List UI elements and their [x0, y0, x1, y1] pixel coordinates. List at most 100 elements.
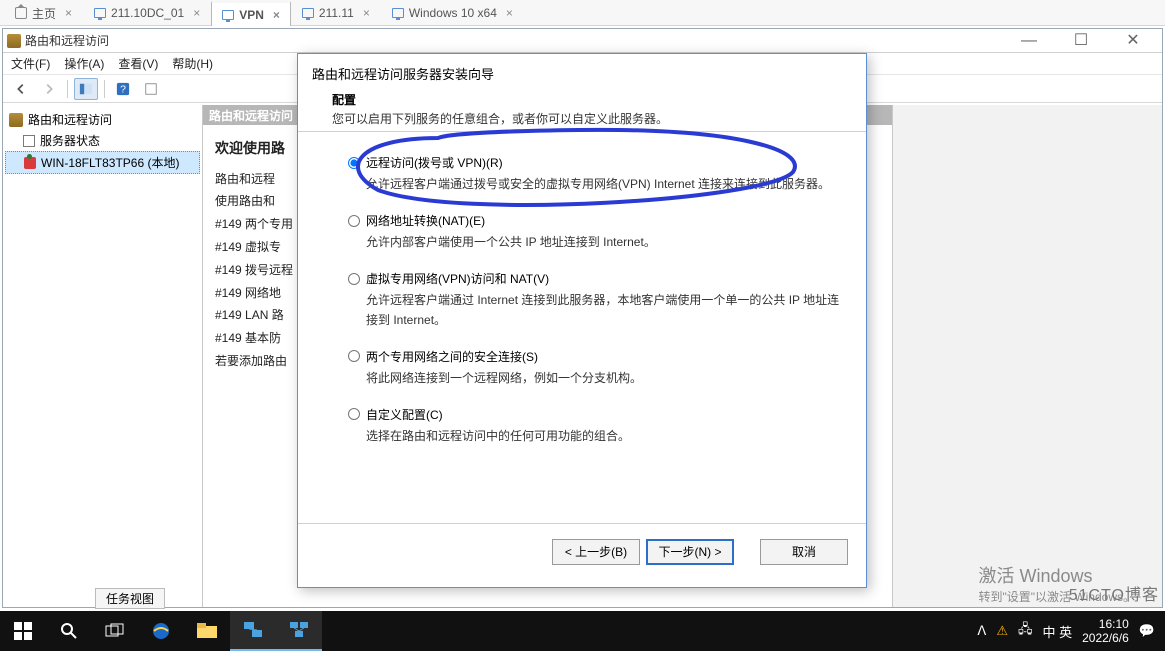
- wizard-subhead: 配置 您可以启用下列服务的任意组合，或者你可以自定义此服务器。: [298, 91, 866, 131]
- vm-tab-strip: 主页 × 211.10DC_01 × VPN × 211.11 × Windows 10…: [0, 0, 1165, 26]
- wizard-next-button[interactable]: 下一步(N) >: [646, 539, 734, 565]
- vm-icon: [94, 8, 106, 18]
- actions-pane: [892, 105, 1162, 607]
- tree-label: 路由和远程访问: [28, 111, 112, 128]
- tray-ime[interactable]: 中 英: [1042, 622, 1072, 641]
- close-icon[interactable]: ×: [506, 6, 513, 20]
- tree-label: WIN-18FLT83TP66 (本地): [41, 154, 179, 171]
- close-button[interactable]: ✕: [1116, 32, 1150, 50]
- app-title: 路由和远程访问: [25, 32, 109, 49]
- wizard-cancel-button[interactable]: 取消: [760, 539, 848, 565]
- wizard-back-button[interactable]: < 上一步(B): [552, 539, 640, 565]
- nav-forward-button[interactable]: [37, 78, 61, 100]
- taskbar-network2[interactable]: [276, 611, 322, 651]
- option-remote-access[interactable]: 远程访问(拨号或 VPN)(R) 允许远程客户端通过拨号或安全的虚拟专用网络(V…: [348, 154, 846, 194]
- taskbar-network1[interactable]: [230, 611, 276, 651]
- option-label: 自定义配置(C): [366, 406, 443, 423]
- tray-shield-icon[interactable]: ⚠: [996, 623, 1008, 639]
- taskbar-ie[interactable]: [138, 611, 184, 651]
- option-nat[interactable]: 网络地址转换(NAT)(E) 允许内部客户端使用一个公共 IP 地址连接到 In…: [348, 212, 846, 252]
- vm-tab-home[interactable]: 主页 ×: [4, 0, 83, 25]
- tray-expand-icon[interactable]: ᐱ: [977, 623, 986, 639]
- option-custom[interactable]: 自定义配置(C) 选择在路由和远程访问中的任何可用功能的组合。: [348, 406, 846, 446]
- svg-text:?: ?: [120, 83, 126, 95]
- tree-item-server-state[interactable]: 服务器状态: [5, 130, 200, 151]
- wizard-body: 远程访问(拨号或 VPN)(R) 允许远程客户端通过拨号或安全的虚拟专用网络(V…: [298, 131, 866, 523]
- vm-tab-label: 主页: [32, 5, 56, 22]
- radio-secure-link[interactable]: [348, 350, 360, 362]
- help-button[interactable]: ?: [111, 78, 135, 100]
- site-watermark: 51CTO博客: [1069, 581, 1159, 605]
- tree-label: 服务器状态: [40, 132, 100, 149]
- separator: [104, 80, 105, 98]
- vm-tab-label: 211.10DC_01: [111, 6, 184, 20]
- vm-icon: [302, 8, 314, 18]
- task-strip: 任务视图: [95, 588, 165, 608]
- wizard-dialog: 路由和远程访问服务器安装向导 配置 您可以启用下列服务的任意组合，或者你可以自定…: [297, 53, 867, 588]
- server-state-icon: [23, 135, 35, 147]
- menu-view[interactable]: 查看(V): [118, 55, 158, 72]
- separator: [67, 80, 68, 98]
- search-button[interactable]: [46, 611, 92, 651]
- tree-pane: 路由和远程访问 服务器状态 WIN-18FLT83TP66 (本地): [3, 105, 203, 607]
- close-icon[interactable]: ×: [363, 6, 370, 20]
- option-desc: 允许远程客户端通过拨号或安全的虚拟专用网络(VPN) Internet 连接来连…: [366, 175, 846, 194]
- tray-date: 2022/6/6: [1082, 631, 1129, 645]
- tray-time: 16:10: [1082, 617, 1129, 631]
- taskbar: ᐱ ⚠ 🖧 中 英 16:10 2022/6/6 💬: [0, 611, 1165, 651]
- start-button[interactable]: [0, 611, 46, 651]
- tree-root[interactable]: 路由和远程访问: [5, 109, 200, 130]
- titlebar[interactable]: 路由和远程访问 — ☐ ✕: [3, 29, 1162, 53]
- taskview-button[interactable]: [92, 611, 138, 651]
- menu-file[interactable]: 文件(F): [11, 55, 50, 72]
- radio-nat[interactable]: [348, 215, 360, 227]
- vm-tab-label: 211.11: [319, 6, 354, 20]
- vm-tab-label: VPN: [239, 8, 264, 22]
- option-desc: 允许远程客户端通过 Internet 连接到此服务器，本地客户端使用一个单一的公…: [366, 291, 846, 329]
- radio-remote-access[interactable]: [348, 157, 360, 169]
- option-secure-link[interactable]: 两个专用网络之间的安全连接(S) 将此网络连接到一个远程网络，例如一个分支机构。: [348, 348, 846, 388]
- option-label: 虚拟专用网络(VPN)访问和 NAT(V): [366, 270, 549, 287]
- tree-item-server-local[interactable]: WIN-18FLT83TP66 (本地): [5, 151, 200, 174]
- option-vpn-nat[interactable]: 虚拟专用网络(VPN)访问和 NAT(V) 允许远程客户端通过 Internet…: [348, 270, 846, 329]
- option-label: 远程访问(拨号或 VPN)(R): [366, 154, 503, 171]
- server-icon: [24, 157, 36, 169]
- option-label: 网络地址转换(NAT)(E): [366, 212, 485, 229]
- tray-network-icon[interactable]: 🖧: [1018, 620, 1033, 642]
- wizard-buttons: < 上一步(B) 下一步(N) > 取消: [298, 523, 866, 579]
- vm-tab[interactable]: 211.11 ×: [291, 0, 381, 25]
- close-icon[interactable]: ×: [65, 6, 72, 20]
- task-view-tab[interactable]: 任务视图: [95, 588, 165, 609]
- close-icon[interactable]: ×: [193, 6, 200, 20]
- close-icon[interactable]: ×: [273, 8, 280, 22]
- option-desc: 允许内部客户端使用一个公共 IP 地址连接到 Internet。: [366, 233, 846, 252]
- vm-icon: [392, 8, 404, 18]
- wizard-title-row: 路由和远程访问服务器安装向导: [298, 54, 866, 91]
- taskbar-explorer[interactable]: [184, 611, 230, 651]
- wizard-section: 配置: [332, 91, 852, 108]
- nav-back-button[interactable]: [9, 78, 33, 100]
- vm-tab[interactable]: Windows 10 x64 ×: [381, 0, 524, 25]
- vm-tab-active[interactable]: VPN ×: [211, 1, 291, 26]
- wizard-title: 路由和远程访问服务器安装向导: [312, 67, 494, 82]
- properties-button[interactable]: [139, 78, 163, 100]
- activation-watermark: 激活 Windows 转到"设置"以激活 Windows。 51CTO博客: [978, 562, 1135, 605]
- wizard-section-desc: 您可以启用下列服务的任意组合，或者你可以自定义此服务器。: [332, 112, 668, 126]
- option-label: 两个专用网络之间的安全连接(S): [366, 348, 538, 365]
- vm-tab-label: Windows 10 x64: [409, 6, 497, 20]
- menu-help[interactable]: 帮助(H): [172, 55, 213, 72]
- home-icon: [15, 7, 27, 19]
- app-icon: [7, 34, 21, 48]
- show-tree-button[interactable]: [74, 78, 98, 100]
- maximize-button[interactable]: ☐: [1064, 32, 1098, 50]
- menu-action[interactable]: 操作(A): [64, 55, 104, 72]
- tray-notifications-icon[interactable]: 💬: [1139, 623, 1155, 639]
- vm-tab[interactable]: 211.10DC_01 ×: [83, 0, 211, 25]
- tray-clock[interactable]: 16:10 2022/6/6: [1082, 617, 1129, 646]
- vm-icon: [222, 10, 234, 20]
- minimize-button[interactable]: —: [1012, 32, 1046, 50]
- system-tray: ᐱ ⚠ 🖧 中 英 16:10 2022/6/6 💬: [977, 617, 1165, 646]
- radio-custom[interactable]: [348, 408, 360, 420]
- radio-vpn-nat[interactable]: [348, 273, 360, 285]
- option-desc: 将此网络连接到一个远程网络，例如一个分支机构。: [366, 369, 846, 388]
